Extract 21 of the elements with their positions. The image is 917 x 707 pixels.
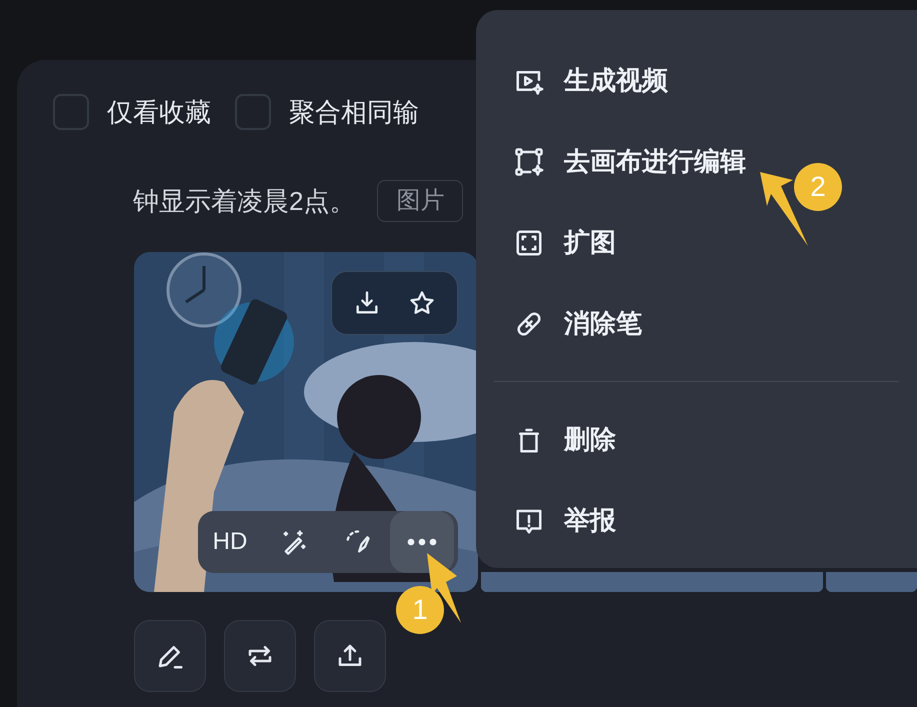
- more-button[interactable]: [390, 511, 454, 573]
- menu-item[interactable]: 举报: [476, 480, 616, 561]
- pointer-arrow: [427, 553, 461, 623]
- expand-icon: [514, 228, 544, 258]
- menu-item[interactable]: 删除: [476, 399, 616, 480]
- regenerate-button[interactable]: [224, 620, 296, 692]
- menu-item[interactable]: 去画布进行编辑: [476, 121, 746, 202]
- checkbox-label: 聚合相同输: [289, 96, 419, 129]
- checkbox-label: 仅看收藏: [107, 96, 211, 129]
- checkbox[interactable]: [53, 94, 89, 130]
- star-icon: [408, 289, 436, 317]
- more-icon: [407, 538, 437, 546]
- prompt-text: 钟显示着凌晨2点。: [133, 185, 356, 218]
- menu-item[interactable]: 生成视频: [476, 40, 668, 121]
- edit-button[interactable]: [134, 620, 206, 692]
- menu-item[interactable]: 扩图: [476, 202, 616, 283]
- menu-item[interactable]: 消除笔: [476, 283, 642, 364]
- checkbox[interactable]: [235, 94, 271, 130]
- share-button[interactable]: [314, 620, 386, 692]
- nodes-sparkle-icon: [514, 146, 544, 176]
- prompt-tag: 图片: [377, 180, 464, 222]
